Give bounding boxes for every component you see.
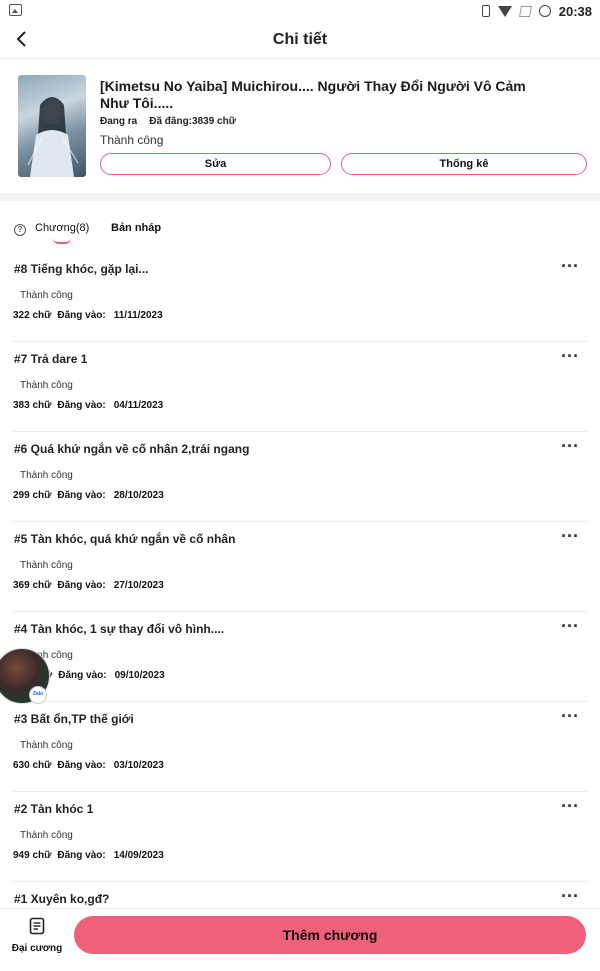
chapter-title: #7 Trả dare 1 [14, 352, 88, 366]
more-icon[interactable]: ··· [561, 886, 579, 907]
chapter-item[interactable]: #4 Tàn khóc, 1 sự thay đổi vô hình.... ·… [13, 612, 587, 702]
chapter-word-count: 299 chữ [13, 490, 52, 501]
book-status: Thành công [100, 133, 164, 147]
chapter-word-count: 383 chữ [13, 400, 52, 411]
status-time: 20:38 [558, 3, 592, 19]
chapter-item[interactable]: #3 Bất ổn,TP thế giới ··· Thành công 630… [13, 702, 587, 792]
more-icon[interactable]: ··· [561, 436, 579, 457]
gallery-notification-icon [9, 4, 22, 16]
tab-drafts[interactable]: Bản nháp [111, 222, 161, 234]
chapter-date: 04/11/2023 [113, 400, 164, 411]
chapter-item[interactable]: #7 Trả dare 1 ··· Thành công 383 chữ Đăn… [13, 342, 587, 432]
chapter-meta: 383 chữ Đăng vào: 04/11/2023 [13, 400, 163, 411]
book-meta: Đang ra Đã đăng:3839 chữ [100, 116, 236, 127]
chapter-item[interactable]: #2 Tàn khóc 1 ··· Thành công 949 chữ Đăn… [13, 792, 587, 882]
chapter-posted-label: Đăng vào: [57, 580, 106, 591]
chapter-date: 11/11/2023 [113, 310, 163, 321]
chapter-date: 14/09/2023 [113, 850, 164, 861]
chapter-title: #3 Bất ổn,TP thế giới [14, 712, 134, 726]
chapter-date: 27/10/2023 [113, 580, 164, 591]
chapter-title: #5 Tàn khóc, quá khứ ngắn về cố nhân [14, 532, 236, 546]
outline-button[interactable]: Đại cương [10, 917, 64, 957]
book-title: [Kimetsu No Yaiba] Muichirou.... Người T… [100, 78, 526, 111]
tab-bar: ? Chương(8) Bản nháp [0, 218, 600, 252]
outline-icon [29, 917, 45, 935]
add-chapter-button[interactable]: Thêm chương [74, 916, 586, 954]
chapter-word-count: 630 chữ [13, 760, 52, 771]
chapter-title: #8 Tiếng khóc, gặp lại... [14, 262, 149, 276]
section-divider [0, 193, 600, 201]
chapter-status: Thành công [20, 830, 73, 841]
zalo-badge: Zalo [29, 686, 47, 704]
chapter-meta: 369 chữ Đăng vào: 27/10/2023 [13, 580, 164, 591]
active-tab-indicator [53, 238, 71, 244]
status-icons: 20:38 [481, 2, 592, 20]
book-info: [Kimetsu No Yaiba] Muichirou.... Người T… [0, 58, 600, 193]
chapter-posted-label: Đăng vào: [57, 310, 106, 321]
chapter-status: Thành công [20, 470, 73, 481]
chapter-date: 28/10/2023 [113, 490, 164, 501]
chapter-word-count: 369 chữ [13, 580, 52, 591]
chapter-meta: 630 chữ Đăng vào: 03/10/2023 [13, 760, 164, 771]
wifi-icon [497, 5, 512, 17]
chapter-title: #2 Tàn khóc 1 [14, 802, 94, 816]
edit-button[interactable]: Sửa [100, 153, 331, 175]
chapter-item[interactable]: #8 Tiếng khóc, gặp lại... ··· Thành công… [13, 252, 587, 342]
vibrate-icon [481, 5, 490, 17]
chapter-status: Thành công [20, 380, 73, 391]
chapter-status: Thành công [20, 290, 73, 301]
chapter-posted-label: Đăng vào: [57, 490, 106, 501]
chapter-item[interactable]: #6 Quá khứ ngắn về cố nhân 2,trái ngang … [13, 432, 587, 522]
more-icon[interactable]: ··· [561, 526, 579, 547]
chapter-list: #8 Tiếng khóc, gặp lại... ··· Thành công… [0, 252, 600, 971]
chapter-posted-label: Đăng vào: [57, 760, 106, 771]
status-bar: 20:38 [0, 0, 600, 22]
battery-icon [538, 5, 551, 17]
page-title: Chi tiết [272, 31, 328, 48]
chapter-title: #6 Quá khứ ngắn về cố nhân 2,trái ngang [14, 442, 250, 456]
chapter-posted-label: Đăng vào: [58, 670, 107, 681]
chapter-title: #4 Tàn khóc, 1 sự thay đổi vô hình.... [14, 622, 225, 636]
more-icon[interactable]: ··· [561, 796, 579, 817]
chapter-word-count: 949 chữ [13, 850, 52, 861]
chapter-posted-label: Đăng vào: [57, 850, 106, 861]
help-icon[interactable]: ? [14, 224, 26, 236]
outline-label: Đại cương [11, 943, 63, 954]
chapter-item[interactable]: #5 Tàn khóc, quá khứ ngắn về cố nhân ···… [13, 522, 587, 612]
book-state: Đang ra [100, 116, 138, 127]
chapter-posted-label: Đăng vào: [57, 400, 106, 411]
cover-art [27, 97, 79, 177]
book-cover[interactable] [18, 75, 86, 177]
tab-chapters[interactable]: Chương(8) [35, 222, 89, 234]
chapter-meta: 322 chữ Đăng vào: 11/11/2023 [13, 310, 163, 321]
more-icon[interactable]: ··· [561, 706, 579, 727]
more-icon[interactable]: ··· [561, 616, 579, 637]
chapter-meta: 949 chữ Đăng vào: 14/09/2023 [13, 850, 164, 861]
stats-button[interactable]: Thống kê [341, 153, 587, 175]
more-icon[interactable]: ··· [561, 346, 579, 367]
more-icon[interactable]: ··· [561, 256, 579, 277]
chapter-meta: 299 chữ Đăng vào: 28/10/2023 [13, 490, 164, 501]
top-app-bar: Chi tiết [0, 22, 600, 59]
chapter-title: #1 Xuyên ko,gđ? [14, 892, 110, 906]
chapter-word-count: 322 chữ [13, 310, 52, 321]
chapter-status: Thành công [20, 560, 73, 571]
no-signal-icon [518, 5, 532, 17]
bottom-bar: Đại cương Thêm chương [0, 908, 600, 961]
book-word-count: Đã đăng:3839 chữ [149, 116, 236, 127]
chapter-date: 09/10/2023 [114, 670, 165, 681]
chapter-date: 03/10/2023 [113, 760, 164, 771]
chapter-status: Thành công [20, 740, 73, 751]
